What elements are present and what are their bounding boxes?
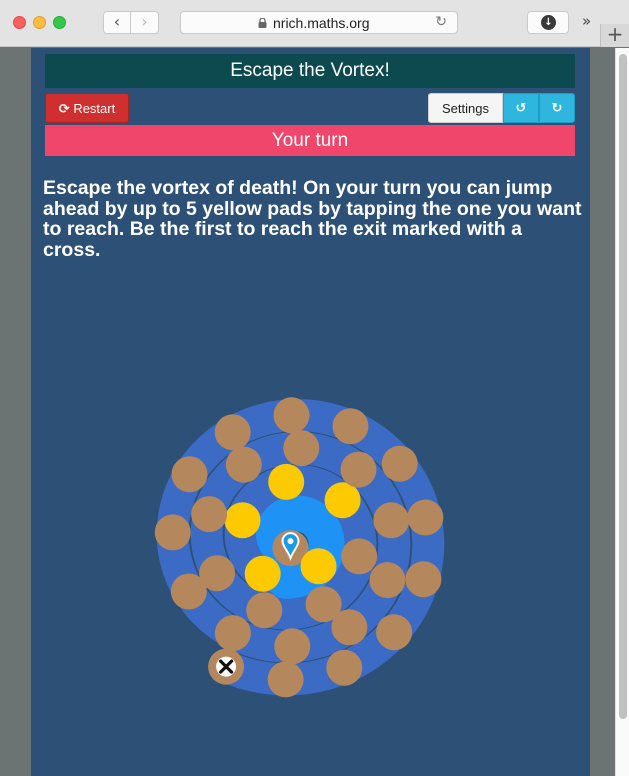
back-button[interactable]: ‹ <box>103 11 131 34</box>
forward-button[interactable]: › <box>131 11 159 34</box>
vortex-board <box>154 397 445 698</box>
pad-circle <box>273 397 310 434</box>
pad <box>376 614 413 651</box>
pad <box>246 592 283 629</box>
pad-circle[interactable] <box>268 463 305 500</box>
pad-circle <box>170 573 207 610</box>
pad <box>273 397 310 434</box>
browser-window: ‹ › nrich.maths.org ↻ ↓ » + Escape the V… <box>0 0 629 776</box>
pad <box>283 430 320 467</box>
pad-circle <box>381 445 418 482</box>
pad-circle <box>326 649 363 686</box>
pad-circle <box>214 414 251 451</box>
pad-circle <box>267 661 304 698</box>
pad-circle <box>191 496 228 533</box>
browser-titlebar: ‹ › nrich.maths.org ↻ ↓ » + <box>0 0 629 47</box>
reachable-pad[interactable] <box>224 502 261 539</box>
reachable-pad[interactable] <box>244 555 281 592</box>
pad <box>154 514 191 551</box>
pad-circle[interactable] <box>324 482 361 519</box>
chevrons-right-icon[interactable]: » <box>582 12 591 30</box>
pad <box>341 538 378 575</box>
pad <box>171 456 208 493</box>
downloads-button[interactable]: ↓ <box>527 11 569 34</box>
exit-pad <box>208 648 245 685</box>
pad <box>267 661 304 698</box>
pad <box>191 496 228 533</box>
pad <box>405 561 442 598</box>
pad-circle[interactable] <box>244 555 281 592</box>
chevron-left-icon: ‹ <box>113 12 121 31</box>
pad <box>214 414 251 451</box>
pad <box>369 562 406 599</box>
pad-circle <box>405 561 442 598</box>
pad <box>381 445 418 482</box>
pad-circle <box>340 451 377 488</box>
marker-dot <box>287 538 294 545</box>
game-page: Escape the Vortex! ⟳ Restart Settings ↺ … <box>31 48 590 776</box>
plus-icon: + <box>606 22 624 46</box>
scrollbar[interactable] <box>615 48 629 776</box>
reload-icon[interactable]: ↻ <box>435 14 447 30</box>
pad-circle <box>376 614 413 651</box>
lock-icon <box>258 18 267 28</box>
pad <box>326 649 363 686</box>
pad <box>407 499 444 536</box>
pad-circle <box>341 538 378 575</box>
zoom-window-button[interactable] <box>53 16 66 29</box>
download-icon: ↓ <box>541 15 556 30</box>
pad-circle <box>274 628 311 665</box>
pad-circle <box>154 514 191 551</box>
pad <box>170 573 207 610</box>
pad <box>340 451 377 488</box>
pad-circle <box>373 502 410 539</box>
url-text: nrich.maths.org <box>273 15 370 31</box>
address-bar[interactable]: nrich.maths.org ↻ <box>180 11 458 34</box>
pad-circle <box>369 562 406 599</box>
pad-circle <box>407 499 444 536</box>
pad-circle <box>246 592 283 629</box>
close-window-button[interactable] <box>13 16 26 29</box>
reachable-pad[interactable] <box>268 463 305 500</box>
reachable-pad[interactable] <box>324 482 361 519</box>
pad <box>274 628 311 665</box>
pad-circle <box>171 456 208 493</box>
minimize-window-button[interactable] <box>33 16 46 29</box>
cross-icon <box>216 656 237 677</box>
pad <box>225 446 262 483</box>
pad-circle <box>283 430 320 467</box>
pad-circle <box>332 408 369 445</box>
new-tab-button[interactable]: + <box>600 24 629 47</box>
reachable-pad[interactable] <box>300 548 337 585</box>
pad-circle <box>225 446 262 483</box>
pad-circle[interactable] <box>224 502 261 539</box>
scrollbar-thumb[interactable] <box>619 54 627 719</box>
pad <box>332 408 369 445</box>
pad <box>331 609 368 646</box>
pad <box>373 502 410 539</box>
pad-circle <box>214 615 251 652</box>
pad-circle[interactable] <box>300 548 337 585</box>
chevron-right-icon: › <box>141 12 148 31</box>
pad-circle <box>331 609 368 646</box>
pad <box>214 615 251 652</box>
